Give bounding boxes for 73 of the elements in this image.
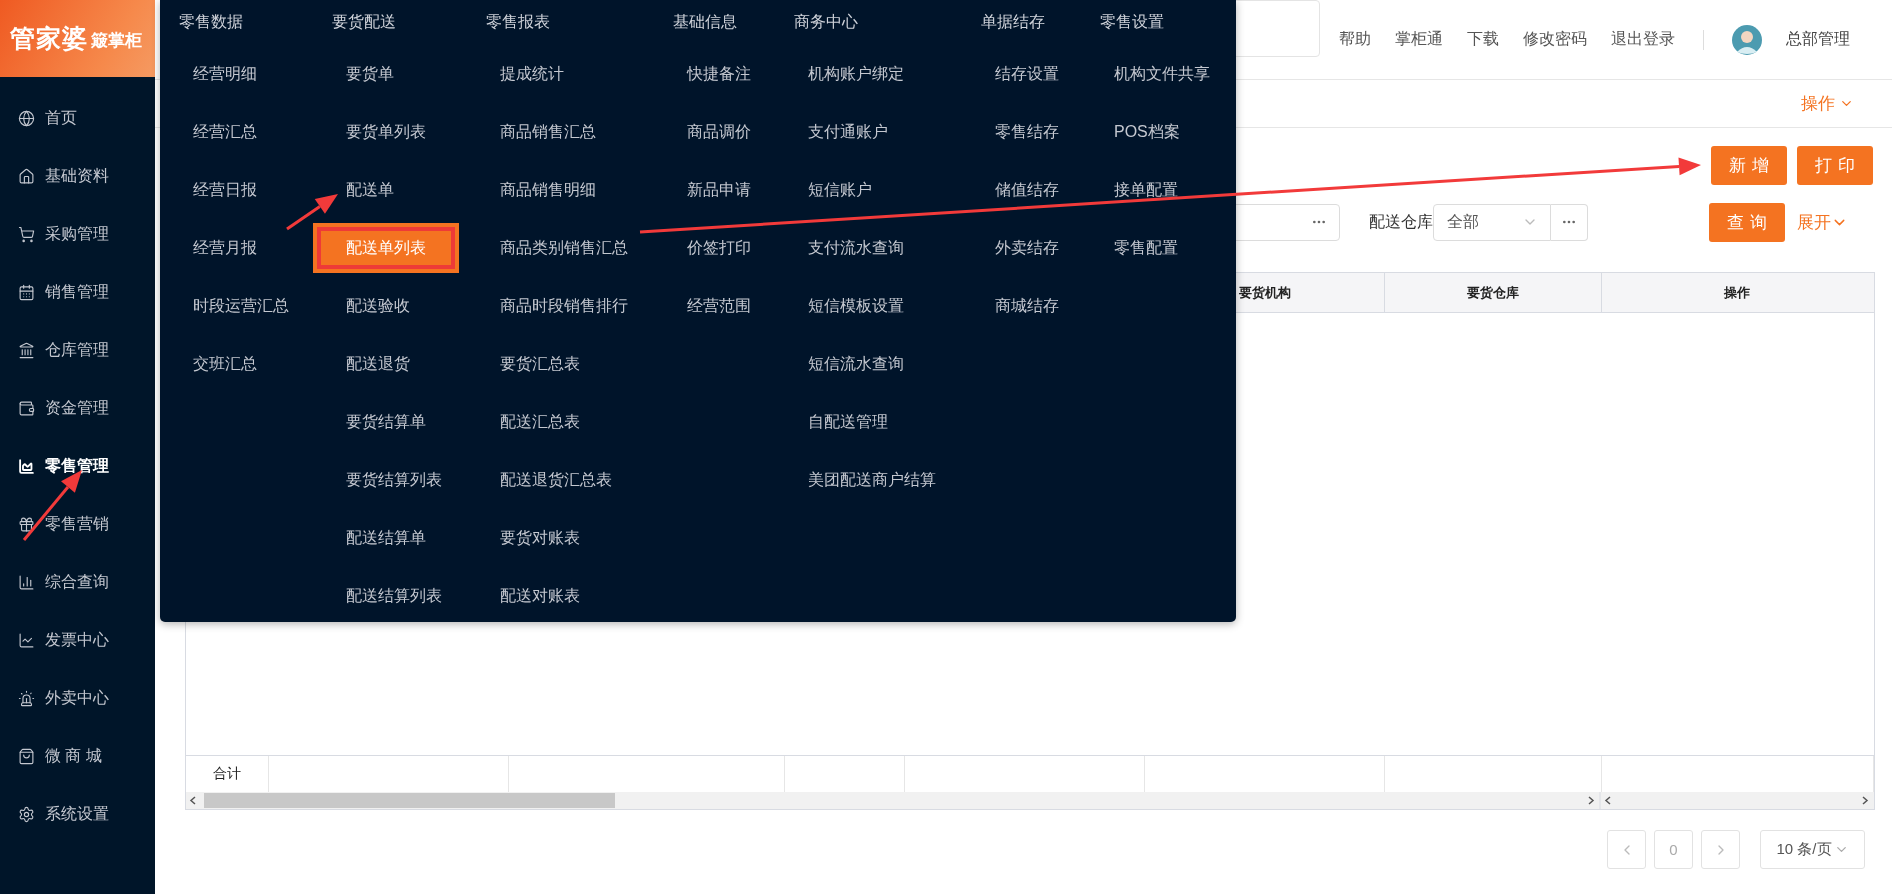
menu-item[interactable]: 交班汇总 xyxy=(160,339,290,389)
menu-item[interactable]: 商城结存 xyxy=(962,281,1092,331)
globe-icon xyxy=(18,109,35,127)
area-chart-icon xyxy=(18,457,35,475)
menu-item[interactable]: 经营日报 xyxy=(160,165,290,215)
menu-column-title: 零售设置 xyxy=(1100,11,1165,32)
sidebar-item[interactable]: 首页 xyxy=(0,96,155,140)
menu-column-title: 单据结存 xyxy=(981,11,1046,32)
menu-item[interactable]: 配送结算单 xyxy=(313,513,459,563)
bag-icon xyxy=(18,747,35,765)
sidebar-item[interactable]: 仓库管理 xyxy=(0,328,155,372)
menu-item[interactable]: 要货单 xyxy=(313,49,427,99)
menu-column-title: 零售报表 xyxy=(486,11,551,32)
header-link[interactable]: 修改密码 xyxy=(1523,29,1587,50)
menu-item[interactable]: 经营月报 xyxy=(160,223,290,273)
scrollbar-drawing[interactable] xyxy=(186,792,1874,809)
menu-item[interactable]: 短信流水查询 xyxy=(775,339,937,389)
siren-icon xyxy=(18,689,35,707)
wallet-icon xyxy=(18,399,35,417)
sidebar-item[interactable]: 外卖中心 xyxy=(0,676,155,720)
header-link[interactable]: 掌柜通 xyxy=(1395,29,1443,50)
calendar-icon xyxy=(18,283,35,301)
bar-chart-icon xyxy=(18,573,35,591)
bank-icon xyxy=(18,341,35,359)
sidebar-item[interactable]: 发票中心 xyxy=(0,618,155,662)
column-header: 操作 xyxy=(1601,273,1871,312)
menu-item[interactable]: 美团配送商户结算 xyxy=(775,455,969,505)
menu-column-title: 要货配送 xyxy=(332,11,397,32)
cart-icon xyxy=(18,225,35,243)
menu-item[interactable]: 自配送管理 xyxy=(775,397,921,447)
sidebar-item[interactable]: 系统设置 xyxy=(0,792,155,836)
menu-item[interactable]: 配送退货 xyxy=(313,339,443,389)
house-icon xyxy=(18,167,35,185)
menu-item[interactable]: 要货对账表 xyxy=(467,513,613,563)
settings-icon xyxy=(18,805,35,823)
line-chart-icon xyxy=(18,631,35,649)
sidebar-item[interactable]: 综合查询 xyxy=(0,560,155,604)
sidebar-item[interactable]: 零售管理 xyxy=(0,444,155,488)
logo-brand: 管家婆 xyxy=(10,23,88,54)
menu-item[interactable]: 商品销售明细 xyxy=(467,165,629,215)
warehouse-label: 配送仓库 xyxy=(1369,211,1433,232)
avatar-icon[interactable] xyxy=(1732,24,1762,55)
menu-item[interactable]: 经营明细 xyxy=(160,49,290,99)
sidebar-item[interactable]: 基础资料 xyxy=(0,154,155,198)
menu-item[interactable]: 配送单 xyxy=(313,165,427,215)
menu-column-title: 基础信息 xyxy=(673,11,738,32)
menu-item[interactable]: 商品销售汇总 xyxy=(467,107,629,157)
menu-item[interactable]: 要货汇总表 xyxy=(467,339,613,389)
sidebar-item[interactable]: 微 商 城 xyxy=(0,734,155,778)
header-link[interactable]: 帮助 xyxy=(1339,29,1371,50)
sidebar-item[interactable]: 零售营销 xyxy=(0,502,155,546)
header-link[interactable]: 退出登录 xyxy=(1611,29,1675,50)
header-link[interactable]: 下载 xyxy=(1467,29,1499,50)
column-header: 要货仓库 xyxy=(1384,273,1601,312)
more-button[interactable] xyxy=(1551,203,1588,241)
warehouse-select[interactable]: 全部 xyxy=(1433,203,1551,241)
menu-item[interactable]: 提成统计 xyxy=(467,49,597,99)
logo-product: 簸掌柜 xyxy=(91,30,142,52)
gift-icon xyxy=(18,515,35,533)
menu-item[interactable]: 要货单列表 xyxy=(313,107,459,157)
menu-column-title: 商务中心 xyxy=(794,11,859,32)
sidebar-item[interactable]: 资金管理 xyxy=(0,386,155,430)
menu-column-title: 零售数据 xyxy=(179,11,244,32)
user-name[interactable]: 总部管理 xyxy=(1786,29,1850,50)
previous-page-button[interactable] xyxy=(1607,830,1646,869)
sidebar-item[interactable]: 销售管理 xyxy=(0,270,155,314)
sidebar-item[interactable]: 采购管理 xyxy=(0,212,155,256)
menu-item[interactable]: 经营汇总 xyxy=(160,107,290,157)
menu-item[interactable]: 要货结算单 xyxy=(313,397,459,447)
annotation-arrow xyxy=(286,194,338,231)
page-size-select[interactable]: 10 条/页 xyxy=(1760,830,1865,869)
next-page-button[interactable] xyxy=(1701,830,1740,869)
menu-item[interactable]: 配送汇总表 xyxy=(467,397,613,447)
